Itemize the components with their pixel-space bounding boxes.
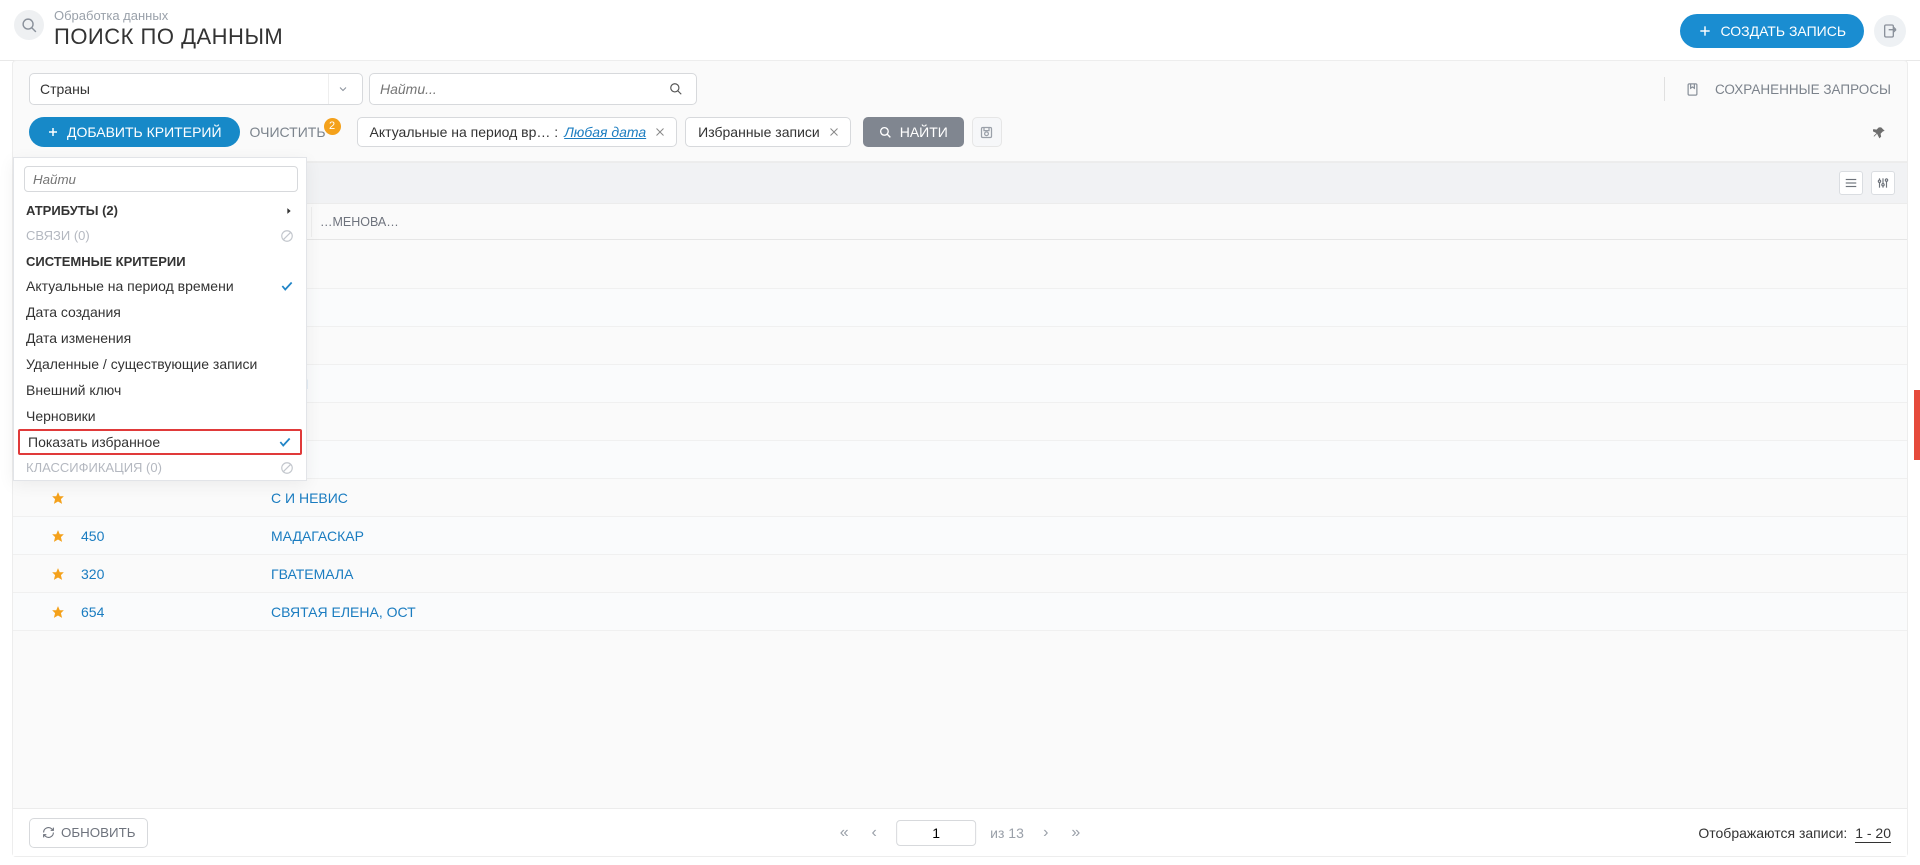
close-icon[interactable] [826, 126, 842, 138]
table-row[interactable]: 320ГВАТЕМАЛА [13, 555, 1907, 593]
blocked-icon [280, 229, 294, 243]
check-icon [278, 435, 292, 449]
row-code[interactable]: 654 [73, 604, 271, 620]
chip-favorites-label: Избранные записи [698, 124, 820, 140]
criteria-row: ДОБАВИТЬ КРИТЕРИЙ ОЧИСТИТЬ 2 Актуальные … [13, 111, 1907, 162]
pin-icon[interactable] [1873, 125, 1891, 139]
chip-period-value[interactable]: Любая дата [564, 124, 646, 140]
dropdown-section-attributes[interactable]: АТРИБУТЫ (2) [14, 198, 306, 223]
dropdown-section-classification: КЛАССИФИКАЦИЯ (0) [14, 455, 306, 480]
bookmark-icon [1679, 82, 1707, 97]
app-header: Обработка данных ПОИСК ПО ДАННЫМ СОЗДАТЬ… [0, 0, 1920, 61]
blocked-icon [280, 461, 294, 475]
page-total: из 13 [990, 825, 1024, 841]
star-icon[interactable] [51, 491, 73, 505]
filter-top-row: Страны СОХРАНЕННЫЕ ЗАПРОСЫ [13, 61, 1907, 111]
table-row[interactable]: 450МАДАГАСКАР [13, 517, 1907, 555]
refresh-label: ОБНОВИТЬ [61, 825, 135, 840]
dropdown-section-links: СВЯЗИ (0) [14, 223, 306, 248]
dropdown-section-system: СИСТЕМНЫЕ КРИТЕРИИ [14, 248, 306, 273]
saved-queries-label: СОХРАНЕННЫЕ ЗАПРОСЫ [1715, 82, 1891, 97]
row-code[interactable]: 320 [73, 566, 271, 582]
criteria-dropdown: АТРИБУТЫ (2) СВЯЗИ (0) СИСТЕМНЫЕ КРИТЕРИ… [13, 157, 307, 481]
dropdown-item-show-favorites[interactable]: Показать избранное [18, 429, 302, 455]
chevron-down-icon [328, 74, 356, 104]
records-count: Отображаются записи: 1 - 20 [1698, 825, 1891, 841]
records-range: 1 - 20 [1855, 825, 1891, 843]
pager: « ‹ из 13 › » [836, 820, 1084, 846]
check-icon [280, 279, 294, 293]
table-row[interactable]: С И НЕВИС [13, 479, 1907, 517]
dropdown-item-created[interactable]: Дата создания [14, 299, 306, 325]
chip-period[interactable]: Актуальные на период вр… : Любая дата [357, 117, 678, 147]
saved-queries-link[interactable]: СОХРАНЕННЫЕ ЗАПРОСЫ [1664, 77, 1891, 101]
settings-icon[interactable] [1871, 171, 1895, 195]
clear-label: ОЧИСТИТЬ [250, 124, 326, 140]
table-footer: ОБНОВИТЬ « ‹ из 13 › » Отображаются запи… [13, 808, 1907, 856]
dropdown-item-drafts[interactable]: Черновики [14, 403, 306, 429]
row-name[interactable]: МАДАГАСКАР [271, 528, 364, 544]
dropdown-item-deleted[interactable]: Удаленные / существующие записи [14, 351, 306, 377]
save-query-icon[interactable] [972, 117, 1002, 147]
row-name[interactable]: СВЯТАЯ ЕЛЕНА, ОСТ [271, 604, 416, 620]
entity-select[interactable]: Страны [29, 73, 363, 105]
search-icon[interactable] [662, 82, 690, 96]
row-code[interactable]: 450 [73, 528, 271, 544]
entity-select-value: Страны [40, 81, 328, 97]
breadcrumb: Обработка данных [54, 8, 283, 24]
page-input[interactable] [896, 820, 976, 846]
create-record-label: СОЗДАТЬ ЗАПИСЬ [1720, 23, 1846, 39]
close-icon[interactable] [652, 126, 668, 138]
add-criteria-button[interactable]: ДОБАВИТЬ КРИТЕРИЙ [29, 117, 240, 147]
pager-next-icon[interactable]: › [1038, 824, 1054, 842]
star-icon[interactable] [51, 529, 73, 543]
table-row[interactable]: 654СВЯТАЯ ЕЛЕНА, ОСТ [13, 593, 1907, 631]
chip-favorites[interactable]: Избранные записи [685, 117, 851, 147]
add-criteria-label: ДОБАВИТЬ КРИТЕРИЙ [67, 124, 222, 140]
pager-last-icon[interactable]: » [1068, 824, 1084, 842]
dropdown-item-modified[interactable]: Дата изменения [14, 325, 306, 351]
find-button[interactable]: НАЙТИ [863, 117, 964, 147]
side-handle[interactable] [1914, 390, 1920, 460]
export-icon[interactable] [1874, 15, 1906, 47]
star-icon[interactable] [51, 567, 73, 581]
clear-badge: 2 [324, 118, 341, 135]
chip-period-label: Актуальные на период вр… : [370, 124, 559, 140]
row-name[interactable]: ГВАТЕМАЛА [271, 566, 353, 582]
clear-button[interactable]: ОЧИСТИТЬ 2 [250, 124, 347, 141]
dropdown-search-input[interactable] [33, 172, 289, 187]
dropdown-item-extkey[interactable]: Внешний ключ [14, 377, 306, 403]
search-icon [14, 10, 44, 40]
create-record-button[interactable]: СОЗДАТЬ ЗАПИСЬ [1680, 14, 1864, 48]
chevron-right-icon [284, 206, 294, 216]
refresh-button[interactable]: ОБНОВИТЬ [29, 818, 148, 848]
pager-first-icon[interactable]: « [836, 824, 852, 842]
star-icon[interactable] [51, 605, 73, 619]
search-input[interactable] [369, 73, 697, 105]
row-name[interactable]: С И НЕВИС [271, 490, 348, 506]
dropdown-item-period[interactable]: Актуальные на период времени [14, 273, 306, 299]
page-title: ПОИСК ПО ДАННЫМ [54, 24, 283, 50]
search-field[interactable] [380, 81, 662, 97]
dropdown-search[interactable] [24, 166, 298, 192]
pager-prev-icon[interactable]: ‹ [866, 824, 882, 842]
find-label: НАЙТИ [900, 124, 948, 140]
density-icon[interactable] [1839, 171, 1863, 195]
